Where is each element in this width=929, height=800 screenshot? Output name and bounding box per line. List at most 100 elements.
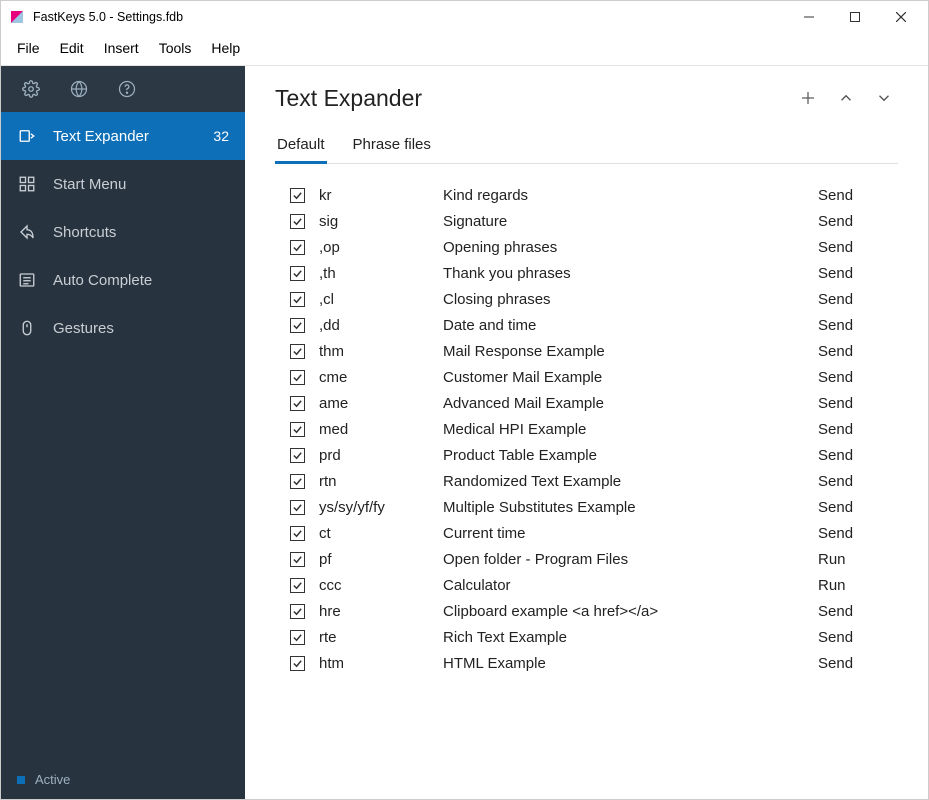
row-checkbox[interactable]	[290, 188, 305, 203]
sidebar-nav: Text Expander32 Start Menu ShortcutsAuto C…	[1, 112, 245, 760]
table-row[interactable]: hreClipboard example <a href></a>Send	[275, 598, 898, 624]
row-checkbox[interactable]	[290, 474, 305, 489]
row-type: Send	[818, 603, 898, 620]
menu-tools[interactable]: Tools	[149, 37, 202, 59]
table-row[interactable]: ameAdvanced Mail ExampleSend	[275, 390, 898, 416]
row-abbr: ame	[319, 395, 443, 412]
sidebar-item-auto-complete[interactable]: Auto Complete	[1, 256, 245, 304]
menu-edit[interactable]: Edit	[50, 37, 94, 59]
row-checkbox[interactable]	[290, 292, 305, 307]
table-row[interactable]: ,opOpening phrasesSend	[275, 234, 898, 260]
table-row[interactable]: cmeCustomer Mail ExampleSend	[275, 364, 898, 390]
row-abbr: pf	[319, 551, 443, 568]
row-description: Date and time	[443, 317, 818, 334]
sidebar-item-shortcuts[interactable]: Shortcuts	[1, 208, 245, 256]
table-row[interactable]: rteRich Text ExampleSend	[275, 624, 898, 650]
page-title: Text Expander	[275, 85, 794, 112]
sidebar-item-text-expander[interactable]: Text Expander32	[1, 112, 245, 160]
row-checkbox[interactable]	[290, 370, 305, 385]
row-checkbox[interactable]	[290, 448, 305, 463]
table-row[interactable]: sigSignatureSend	[275, 208, 898, 234]
collapse-up-button[interactable]	[832, 84, 860, 112]
menu-help[interactable]: Help	[201, 37, 250, 59]
table-row[interactable]: rtnRandomized Text ExampleSend	[275, 468, 898, 494]
row-type: Send	[818, 187, 898, 204]
row-description: Closing phrases	[443, 291, 818, 308]
row-checkbox[interactable]	[290, 344, 305, 359]
row-checkbox[interactable]	[290, 214, 305, 229]
row-type: Send	[818, 369, 898, 386]
maximize-button[interactable]	[832, 1, 878, 33]
text-expand-icon	[17, 127, 37, 145]
table-row[interactable]: thmMail Response ExampleSend	[275, 338, 898, 364]
row-type: Send	[818, 317, 898, 334]
row-description: Multiple Substitutes Example	[443, 499, 818, 516]
row-abbr: rtn	[319, 473, 443, 490]
row-type: Send	[818, 395, 898, 412]
row-type: Send	[818, 213, 898, 230]
row-abbr: ccc	[319, 577, 443, 594]
row-description: Mail Response Example	[443, 343, 818, 360]
list-icon	[17, 271, 37, 289]
menu-insert[interactable]: Insert	[94, 37, 149, 59]
row-checkbox[interactable]	[290, 240, 305, 255]
row-checkbox[interactable]	[290, 578, 305, 593]
row-checkbox[interactable]	[290, 604, 305, 619]
row-checkbox[interactable]	[290, 526, 305, 541]
globe-icon-button[interactable]	[59, 66, 99, 112]
row-description: Kind regards	[443, 187, 818, 204]
table-row[interactable]: pfOpen folder - Program FilesRun	[275, 546, 898, 572]
tab-phrase-files[interactable]: Phrase files	[351, 130, 433, 163]
row-checkbox[interactable]	[290, 500, 305, 515]
sidebar-item-label: Text Expander	[53, 128, 197, 145]
row-description: Product Table Example	[443, 447, 818, 464]
status-dot-icon	[17, 776, 25, 784]
help-icon-button[interactable]	[107, 66, 147, 112]
row-checkbox[interactable]	[290, 422, 305, 437]
table-row[interactable]: medMedical HPI ExampleSend	[275, 416, 898, 442]
row-type: Send	[818, 629, 898, 646]
row-description: Randomized Text Example	[443, 473, 818, 490]
row-checkbox[interactable]	[290, 656, 305, 671]
share-icon	[17, 223, 37, 241]
main-panel: Text Expander Default Phrase files krKind…	[245, 66, 928, 799]
row-abbr: sig	[319, 213, 443, 230]
close-button[interactable]	[878, 1, 924, 33]
menu-file[interactable]: File	[7, 37, 50, 59]
tab-default[interactable]: Default	[275, 130, 327, 163]
row-type: Send	[818, 525, 898, 542]
table-row[interactable]: ,thThank you phrasesSend	[275, 260, 898, 286]
row-checkbox[interactable]	[290, 318, 305, 333]
row-description: Medical HPI Example	[443, 421, 818, 438]
row-checkbox[interactable]	[290, 396, 305, 411]
add-button[interactable]	[794, 84, 822, 112]
sidebar-item-gestures[interactable]: Gestures	[1, 304, 245, 352]
row-description: Clipboard example <a href></a>	[443, 603, 818, 620]
table-row[interactable]: ctCurrent timeSend	[275, 520, 898, 546]
sidebar-item-label: Start Menu	[53, 176, 229, 193]
table-row[interactable]: ys/sy/yf/fyMultiple Substitutes ExampleS…	[275, 494, 898, 520]
minimize-button[interactable]	[786, 1, 832, 33]
table-row[interactable]: cccCalculatorRun	[275, 572, 898, 598]
grid-icon	[17, 175, 37, 193]
table-row[interactable]: prdProduct Table ExampleSend	[275, 442, 898, 468]
table-row[interactable]: krKind regardsSend	[275, 182, 898, 208]
row-abbr: htm	[319, 655, 443, 672]
table-row[interactable]: ,ddDate and timeSend	[275, 312, 898, 338]
row-checkbox[interactable]	[290, 266, 305, 281]
sidebar-item-label: Gestures	[53, 320, 229, 337]
row-checkbox[interactable]	[290, 630, 305, 645]
menubar: FileEditInsertToolsHelp	[1, 33, 928, 66]
row-type: Send	[818, 421, 898, 438]
expand-down-button[interactable]	[870, 84, 898, 112]
row-checkbox[interactable]	[290, 552, 305, 567]
table-row[interactable]: htmHTML ExampleSend	[275, 650, 898, 676]
settings-icon-button[interactable]	[11, 66, 51, 112]
row-abbr: ,dd	[319, 317, 443, 334]
sidebar-item-start-menu[interactable]: Start Menu	[1, 160, 245, 208]
row-description: Open folder - Program Files	[443, 551, 818, 568]
tabs: Default Phrase files	[275, 130, 898, 164]
titlebar: FastKeys 5.0 - Settings.fdb	[1, 1, 928, 33]
row-abbr: ys/sy/yf/fy	[319, 499, 443, 516]
table-row[interactable]: ,clClosing phrasesSend	[275, 286, 898, 312]
